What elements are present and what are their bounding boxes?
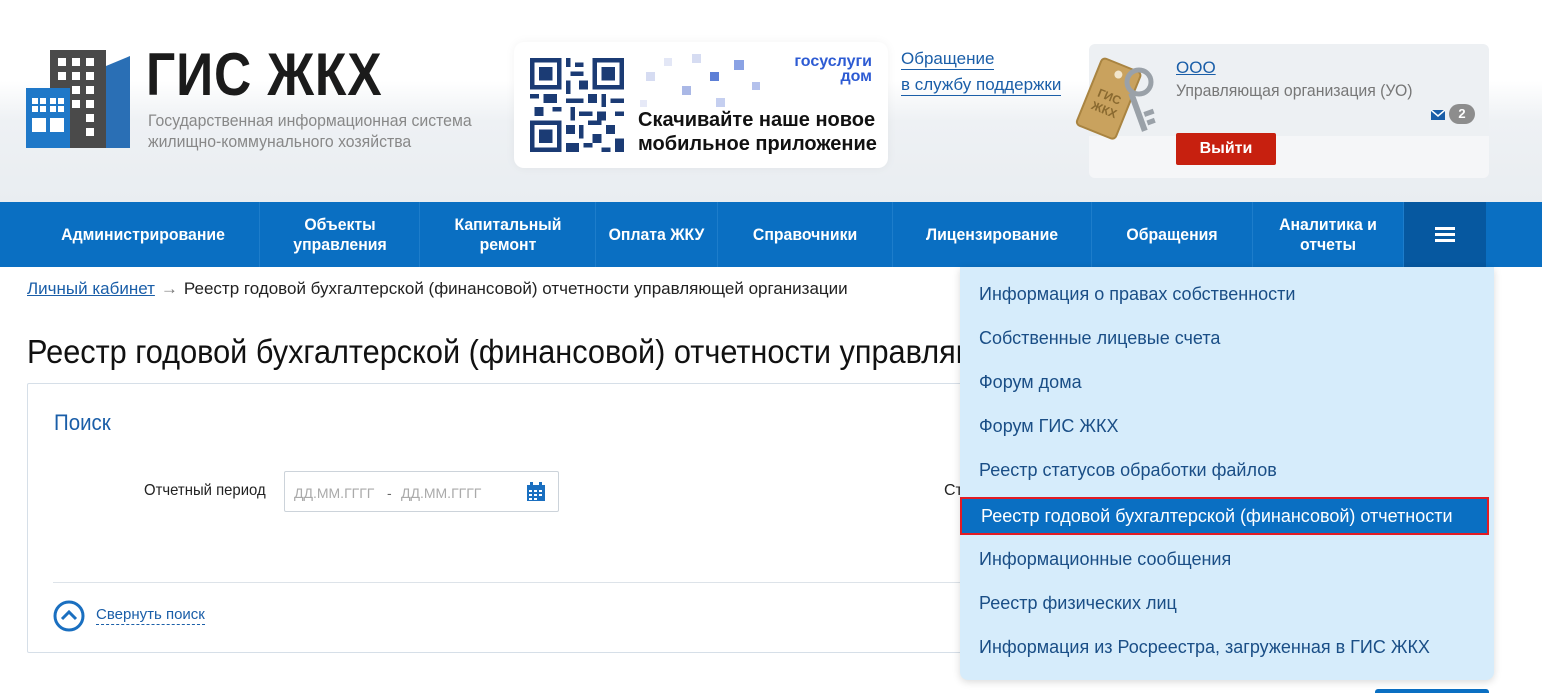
support-link-line[interactable]: в службу поддержки <box>901 75 1062 96</box>
menu-item-ownership-rights[interactable]: Информация о правах собственности <box>960 275 1494 313</box>
key-tag-icon: ГИС ЖКХ <box>1075 57 1156 140</box>
nav-item-analytics[interactable]: Аналитика и отчеты <box>1253 202 1404 267</box>
chevron-up-circle-icon[interactable] <box>53 600 85 632</box>
nav-item-label: Обращения <box>1126 224 1218 244</box>
site-header: ГИС ЖКХ Государственная информационная с… <box>0 0 1542 202</box>
menu-item-rosreestr-info[interactable]: Информация из Росреестра, загруженная в … <box>960 628 1494 666</box>
nav-item-label: Справочники <box>752 224 858 244</box>
nav-item-label: Аналитика и отчеты <box>1279 214 1377 254</box>
calendar-icon[interactable] <box>526 482 546 502</box>
nav-item-label: Объекты управления <box>292 214 387 254</box>
promo-text-line: Скачивайте наше новое <box>638 109 876 131</box>
support-link-line[interactable]: Обращение <box>901 49 995 70</box>
date-from-input[interactable]: ДД.ММ.ГГГГ <box>294 485 374 501</box>
search-title: Поиск <box>54 410 111 435</box>
more-menu-dropdown: Информация о правах собственности Собств… <box>960 267 1494 680</box>
collapse-search-link[interactable]: Свернуть поиск <box>96 606 205 625</box>
hamburger-menu-icon <box>1435 226 1455 242</box>
logo-subtitle: Государственная информационная система ж… <box>148 110 472 152</box>
logo-subtitle-line: жилищно-коммунального хозяйства <box>148 132 412 151</box>
mobile-app-promo-banner[interactable]: госуслуги дом Скачивайте наше новое моби… <box>514 42 888 168</box>
nav-item-directories[interactable]: Справочники <box>718 202 893 267</box>
menu-item-house-forum[interactable]: Форум дома <box>960 363 1494 401</box>
more-menu-button[interactable] <box>1404 202 1486 267</box>
date-separator: - <box>387 485 392 501</box>
user-account-panel: ГИС ЖКХ ООО Управляющая организация (УО)… <box>1075 44 1489 178</box>
nav-item-administration[interactable]: Администрирование <box>27 202 260 267</box>
nav-item-appeals[interactable]: Обращения <box>1092 202 1253 267</box>
main-navigation: Администрирование Объекты управления Кап… <box>0 202 1542 267</box>
qr-code-icon <box>530 58 624 152</box>
logo-subtitle-line: Государственная информационная система <box>148 111 472 130</box>
search-divider <box>53 582 1013 583</box>
building-logo-icon[interactable] <box>26 46 130 150</box>
brand-line: госуслуги <box>794 53 872 70</box>
logo-title[interactable]: ГИС ЖКХ <box>146 40 383 109</box>
promo-text-line: мобильное приложение <box>638 133 877 155</box>
breadcrumb: Личный кабинет → Реестр годовой бухгалтерс… <box>27 279 848 299</box>
nav-item-label: Лицензирование <box>925 224 1059 244</box>
date-to-input[interactable]: ДД.ММ.ГГГГ <box>401 485 481 501</box>
unread-messages-badge[interactable]: 2 <box>1449 104 1475 124</box>
organization-type: Управляющая организация (УО) <box>1176 81 1413 100</box>
nav-item-capital-repair[interactable]: Капитальный ремонт <box>420 202 596 267</box>
nav-item-licensing[interactable]: Лицензирование <box>893 202 1092 267</box>
nav-items: Администрирование Объекты управления Кап… <box>27 202 1486 267</box>
menu-item-individuals-registry[interactable]: Реестр физических лиц <box>960 584 1494 622</box>
nav-item-managed-objects[interactable]: Объекты управления <box>260 202 420 267</box>
menu-item-gis-forum[interactable]: Форум ГИС ЖКХ <box>960 407 1494 445</box>
nav-item-label: Оплата ЖКУ <box>608 224 705 244</box>
nav-item-utility-payment[interactable]: Оплата ЖКУ <box>596 202 718 267</box>
envelope-icon[interactable] <box>1431 110 1445 120</box>
breadcrumb-arrow-icon: → <box>160 279 178 298</box>
brand-line: дом <box>840 68 872 85</box>
organization-name-link[interactable]: ООО <box>1176 58 1216 78</box>
menu-item-financial-statements-registry[interactable]: Реестр годовой бухгалтерской (финансовой… <box>960 497 1489 535</box>
menu-item-file-status-registry[interactable]: Реестр статусов обработки файлов <box>960 451 1494 489</box>
nav-item-label: Администрирование <box>61 224 225 244</box>
menu-item-own-personal-accounts[interactable]: Собственные лицевые счета <box>960 319 1494 357</box>
menu-item-info-messages[interactable]: Информационные сообщения <box>960 540 1494 578</box>
nav-item-label: Капитальный ремонт <box>454 214 561 254</box>
reporting-period-date-range[interactable]: ДД.ММ.ГГГГ - ДД.ММ.ГГГГ <box>284 471 559 512</box>
breadcrumb-home-link[interactable]: Личный кабинет <box>27 279 155 298</box>
breadcrumb-current: Реестр годовой бухгалтерской (финансовой… <box>183 279 848 298</box>
promo-text: Скачивайте наше новое мобильное приложен… <box>638 108 877 156</box>
logout-button[interactable]: Выйти <box>1176 133 1276 165</box>
gosuslugi-dom-brand: госуслуги дом <box>794 53 872 85</box>
reporting-period-label: Отчетный период <box>144 482 266 499</box>
partially-visible-button[interactable] <box>1375 689 1489 693</box>
support-request-link[interactable]: Обращение в службу поддержки <box>901 46 1062 98</box>
decorative-dots-icon <box>640 54 760 107</box>
search-panel: Поиск Отчетный период ДД.ММ.ГГГГ - ДД.ММ… <box>27 383 1027 653</box>
